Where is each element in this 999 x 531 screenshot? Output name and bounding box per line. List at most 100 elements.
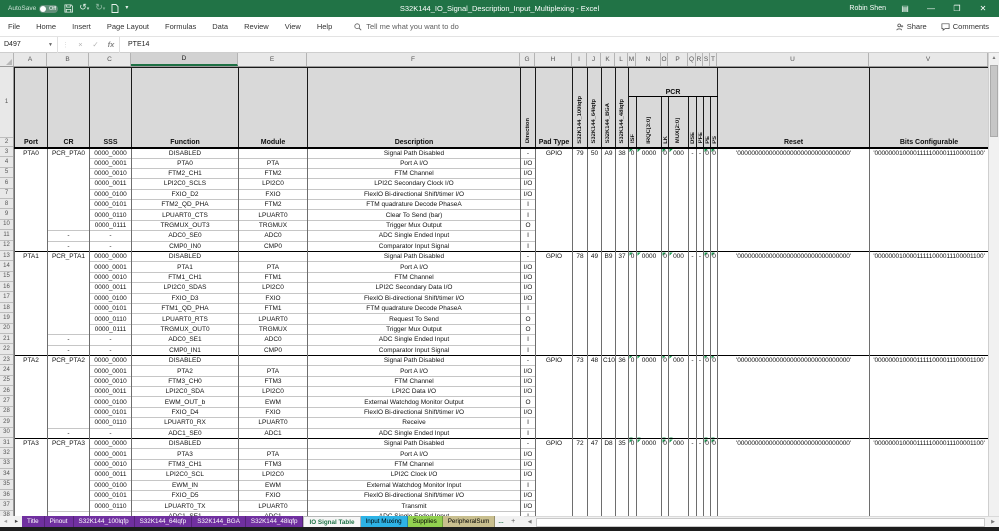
cancel-entry-icon[interactable]: × [73, 40, 88, 49]
cell-module[interactable]: FTM1 [238, 271, 308, 283]
cell-description[interactable]: External Watchdog Monitor Output [307, 396, 521, 408]
cell-function[interactable]: CMP0_IN1 [131, 344, 239, 356]
column-header-P[interactable]: P [668, 53, 688, 66]
header-pcr-lk[interactable]: LK [661, 96, 669, 149]
sheet-tab-s32k144_64lqfp[interactable]: S32K144_64lqfp [134, 516, 193, 527]
hscroll-right-icon[interactable]: ▶ [987, 519, 999, 525]
cell-description[interactable]: LPI2C Secondary Clock I/O [307, 178, 521, 190]
confirm-entry-icon[interactable]: ✓ [88, 40, 103, 49]
cell-description[interactable]: FlexIO Bi-directional Shift/timer I/O [307, 489, 521, 501]
sheet-tab-peripheralsum[interactable]: PeripheralSum [442, 516, 496, 527]
cell-direction[interactable]: I/O [520, 188, 536, 200]
cell-module[interactable]: LPI2C0 [238, 386, 308, 397]
header-direction[interactable]: Direction [520, 67, 536, 149]
cell-module[interactable] [238, 354, 308, 366]
cell-pin-1[interactable]: 50 [587, 146, 602, 252]
header-package-2[interactable]: S32K144_BGA [601, 67, 616, 149]
name-box[interactable]: D497 ▼ [0, 36, 58, 53]
cell-pcr-7[interactable]: 0 [709, 438, 719, 516]
column-header-U[interactable]: U [717, 53, 869, 66]
row-header-20[interactable]: 20 [0, 324, 13, 335]
cell-direction[interactable]: I/O [520, 386, 536, 397]
cell-pcr-2[interactable]: 0 [661, 251, 669, 356]
cell-direction[interactable]: I [520, 334, 536, 346]
cell-function[interactable]: DISABLED [131, 438, 239, 449]
cell-pcr-1[interactable]: 0000 [636, 146, 662, 252]
cell-sss[interactable]: 0000_0000 [89, 354, 132, 366]
row-header-7[interactable]: 7 [0, 189, 13, 199]
save-icon[interactable] [64, 4, 74, 13]
cell-cr[interactable]: - [47, 334, 90, 346]
cell-description[interactable]: FTM quadrature Decode PhaseA [307, 199, 521, 210]
cell-module[interactable]: FTM1 [238, 302, 308, 314]
column-header-R[interactable]: R [696, 53, 703, 66]
cell-function[interactable]: LPI2C0_SCLS [131, 178, 239, 190]
cell-sss[interactable]: 0000_0011 [89, 386, 132, 397]
sheet-tab-io-signal-table[interactable]: IO Signal Table [303, 516, 361, 527]
cell-module[interactable]: LPUART0 [238, 417, 308, 429]
cell-sss[interactable]: 0000_0110 [89, 417, 132, 429]
cell-description[interactable]: Transmit [307, 500, 521, 512]
ribbon-tab-data[interactable]: Data [204, 17, 236, 36]
close-button[interactable]: ✕ [976, 4, 990, 13]
header-bits-configurable[interactable]: Bits Configurable [869, 67, 989, 149]
cell-description[interactable]: LPI2C Data I/O [307, 386, 521, 397]
ribbon-tab-file[interactable]: File [0, 17, 28, 36]
cell-description[interactable]: Trigger Mux Output [307, 219, 521, 231]
cell-sss[interactable]: 0000_0110 [89, 209, 132, 221]
cell-module[interactable]: LPUART0 [238, 500, 308, 512]
ribbon-tab-view[interactable]: View [277, 17, 309, 36]
header-module[interactable]: Module [238, 67, 308, 149]
cell-sss[interactable]: 0000_0101 [89, 199, 132, 210]
cell-port-pta2[interactable]: PTA2 [14, 354, 48, 439]
cell-sss[interactable]: - [89, 230, 132, 242]
restore-button[interactable]: ❐ [950, 4, 964, 13]
cell-sss[interactable]: 0000_0010 [89, 375, 132, 387]
select-all-corner[interactable] [0, 53, 14, 66]
cell-description[interactable]: FTM quadrature Decode PhaseA [307, 302, 521, 314]
row-header-26[interactable]: 26 [0, 386, 13, 397]
cell-pin-1[interactable]: 49 [587, 251, 602, 356]
cell-pcr-6[interactable]: 0 [703, 438, 711, 516]
cell-sss[interactable]: 0000_0011 [89, 282, 132, 294]
row-header-11[interactable]: 11 [0, 230, 13, 241]
cell-module[interactable]: TRGMUX [238, 323, 308, 335]
cell-cr[interactable]: - [47, 344, 90, 356]
cell-port-pta1[interactable]: PTA1 [14, 251, 48, 356]
cell-sss[interactable]: 0000_0010 [89, 167, 132, 179]
row-header-24[interactable]: 24 [0, 365, 13, 376]
column-header-D[interactable]: D [131, 53, 238, 66]
share-button[interactable]: Share [896, 22, 927, 31]
cell-module[interactable]: PTA [238, 157, 308, 169]
row-header-28[interactable]: 28 [0, 407, 13, 418]
sheet-tab-supplies[interactable]: Supplies [407, 516, 443, 527]
cell-function[interactable]: CMP0_IN0 [131, 240, 239, 252]
cell-pin-2[interactable]: C10 [601, 354, 616, 439]
row-header-19[interactable]: 19 [0, 313, 13, 324]
row-header-25[interactable]: 25 [0, 376, 13, 386]
row-header-10[interactable]: 10 [0, 220, 13, 231]
cell-pcr-4[interactable]: - [688, 438, 697, 516]
cell-function[interactable]: FXIO_D3 [131, 292, 239, 304]
cell-module[interactable]: ADC1 [238, 427, 308, 439]
cell-direction[interactable]: - [520, 250, 536, 262]
row-header-32[interactable]: 32 [0, 448, 13, 459]
cell-pin-3[interactable]: 38 [615, 146, 629, 252]
cell-pin-1[interactable]: 47 [587, 438, 602, 516]
cell-module[interactable]: FXIO [238, 406, 308, 418]
cell-direction[interactable]: O [520, 396, 536, 408]
column-header-I[interactable]: I [572, 53, 587, 66]
cell-function[interactable]: TRGMUX_OUT3 [131, 219, 239, 231]
cell-bits-configurable[interactable]: '00000001000011111000011100001100' [869, 438, 989, 516]
cell-pin-0[interactable]: 72 [572, 438, 588, 516]
hscroll-left-icon[interactable]: ◀ [524, 519, 536, 525]
cell-pcr-7[interactable]: 0 [709, 251, 719, 356]
cell-pin-2[interactable]: A9 [601, 146, 616, 252]
cell-sss[interactable]: 0000_0010 [89, 271, 132, 283]
sheet-tab-s32k144_100lqfp[interactable]: S32K144_100lqfp [73, 516, 135, 527]
cell-direction[interactable]: I [520, 427, 536, 439]
cell-description[interactable]: Signal Path Disabled [307, 354, 521, 366]
cell-direction[interactable]: I/O [520, 489, 536, 501]
cell-pin-1[interactable]: 48 [587, 354, 602, 439]
cell-description[interactable]: LPI2C Secondary Data I/O [307, 282, 521, 294]
